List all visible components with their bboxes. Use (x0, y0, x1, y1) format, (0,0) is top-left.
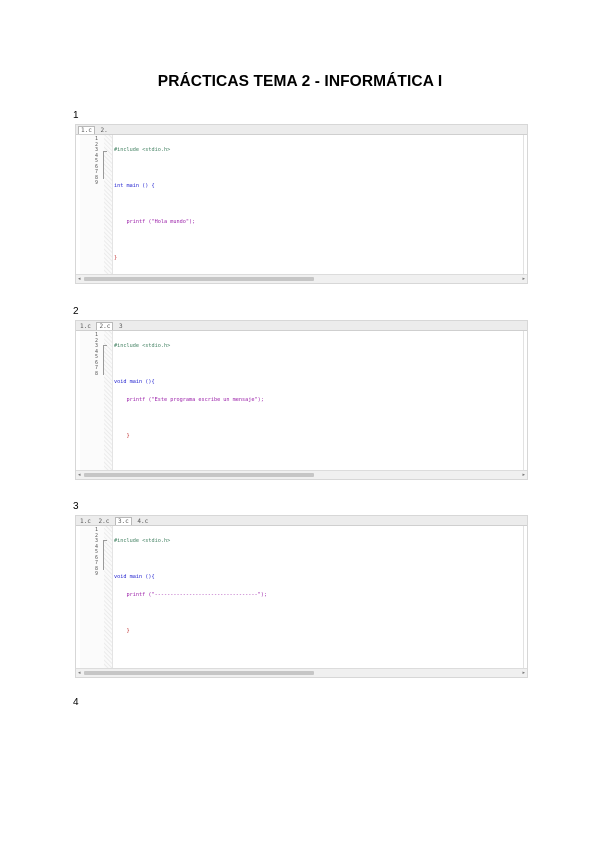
scrollbar-thumb[interactable] (84, 671, 314, 675)
fold-line (103, 151, 104, 179)
code-line: printf ("Este programa escribe un mensaj… (114, 397, 264, 403)
section-number-3: 3 (73, 501, 79, 512)
code-line: printf ("-------------------------------… (114, 592, 268, 598)
editor-tab[interactable]: 2. (98, 126, 109, 135)
gutter-margin (104, 135, 113, 275)
horizontal-scrollbar[interactable]: ◂ ▸ (76, 470, 527, 479)
code-line: printf ("Hola mundo"); (114, 219, 196, 225)
margin-line (523, 331, 524, 470)
scrollbar-thumb[interactable] (84, 473, 314, 477)
editor-tab[interactable]: 1.c (78, 517, 93, 526)
margin-line (523, 526, 524, 668)
code-line: void main (){ (114, 574, 155, 580)
editor-tab[interactable]: 1.c (78, 126, 95, 134)
code-line: void main (){ (114, 379, 155, 385)
editor-tab[interactable]: 2.c (96, 517, 111, 526)
document-title: PRÁCTICAS TEMA 2 - INFORMÁTICA I (157, 73, 443, 90)
code-editor-screenshot-3: 1.c 2.c 3.c 4.c 1 2 3 4 5 6 7 8 9 #inclu… (75, 515, 528, 678)
fold-line (103, 345, 104, 375)
line-number-9: 9 (94, 180, 98, 186)
margin-line (523, 135, 524, 274)
section-number-4: 4 (73, 697, 79, 708)
horizontal-scrollbar[interactable]: ◂ ▸ (76, 274, 527, 283)
code-line: } (114, 433, 130, 439)
code-line: #include <stdio.h> (114, 343, 171, 349)
code-editor-screenshot-2: 1.c 2.c 3 1 2 3 4 5 6 7 8 #include <stdi… (75, 320, 528, 480)
horizontal-scrollbar[interactable]: ◂ ▸ (76, 668, 527, 677)
editor-tab-bar: 1.c 2.c 3 (76, 321, 527, 331)
editor-tab[interactable]: 3 (117, 322, 125, 331)
scroll-right-icon[interactable]: ▸ (522, 669, 525, 677)
scroll-right-icon[interactable]: ▸ (522, 471, 525, 479)
editor-tab[interactable]: 4.c (135, 517, 150, 526)
section-number-1: 1 (73, 110, 79, 121)
scrollbar-thumb[interactable] (84, 277, 314, 281)
scroll-left-icon[interactable]: ◂ (78, 275, 81, 283)
editor-tab[interactable]: 2.c (96, 322, 114, 330)
code-line: } (114, 628, 130, 634)
scroll-left-icon[interactable]: ◂ (78, 471, 81, 479)
gutter-margin (104, 526, 113, 669)
editor-tab[interactable]: 1.c (78, 322, 93, 331)
editor-tab-bar: 1.c 2.c 3.c 4.c (76, 516, 527, 526)
code-line: } (114, 255, 118, 261)
code-line: #include <stdio.h> (114, 538, 171, 544)
code-area[interactable]: #include <stdio.h> int main () { printf … (114, 135, 196, 283)
section-number-2: 2 (73, 306, 79, 317)
editor-tab[interactable]: 3.c (114, 517, 132, 525)
code-editor-screenshot-1: 1.c 2. 1 2 3 4 5 6 7 8 9 #include <stdio… (75, 124, 528, 284)
fold-line (103, 540, 104, 570)
scroll-left-icon[interactable]: ◂ (78, 669, 81, 677)
gutter-margin (104, 331, 113, 471)
scroll-right-icon[interactable]: ▸ (522, 275, 525, 283)
code-area[interactable]: #include <stdio.h> void main (){ printf … (114, 331, 264, 451)
code-area[interactable]: #include <stdio.h> void main (){ printf … (114, 526, 267, 646)
code-line: #include <stdio.h> (114, 147, 171, 153)
line-number-9: 9 (94, 571, 98, 577)
code-line: int main () { (114, 183, 155, 189)
editor-tab-bar: 1.c 2. (76, 125, 527, 135)
line-number-8: 8 (94, 370, 98, 377)
